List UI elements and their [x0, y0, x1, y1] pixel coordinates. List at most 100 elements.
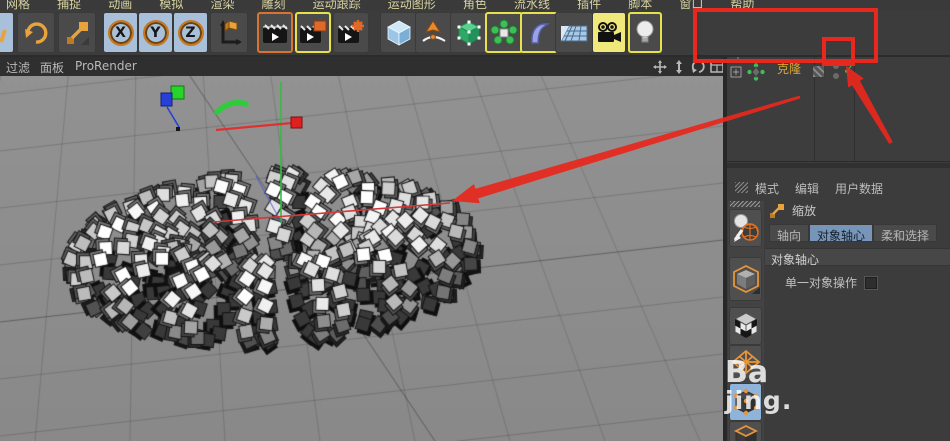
- right-panel: 文件 编辑 查看 对象 标签 书签 圆环 ✓: [723, 10, 950, 441]
- viewport-menu-prorender[interactable]: ProRender: [75, 59, 137, 73]
- am-menu-edit[interactable]: 编辑: [795, 180, 819, 197]
- expand-toggle-icon[interactable]: [730, 66, 742, 78]
- cloner-icon: [490, 19, 518, 44]
- 3d-viewport[interactable]: [0, 76, 723, 441]
- menu-item[interactable]: 雕刻: [262, 0, 286, 10]
- render-settings-button[interactable]: [333, 12, 369, 53]
- menu-item[interactable]: 插件: [577, 0, 601, 10]
- x-axis-lock-icon: X: [107, 19, 134, 46]
- single-object-checkbox[interactable]: [865, 276, 878, 289]
- editor-visibility-dot[interactable]: [833, 63, 839, 69]
- edge-mode-icon: [733, 424, 758, 441]
- z-axis-lock-button[interactable]: Z: [173, 12, 208, 53]
- menu-item[interactable]: 模拟: [159, 0, 183, 10]
- render-settings-icon: [338, 19, 364, 43]
- attribute-manager-menubar: 模式 编辑 用户数据: [727, 178, 950, 198]
- camera-button[interactable]: [592, 12, 626, 53]
- cinema4d-window: 网格 捕捉 动画 模拟 渲染 雕刻 运动跟踪 运动图形 角色 流水线 插件 脚本…: [0, 0, 950, 441]
- option-label: 单一对象操作: [785, 276, 858, 290]
- render-picture-viewer-icon: [300, 20, 327, 43]
- main-toolbar: X Y Z: [0, 10, 950, 57]
- am-menu-userdata[interactable]: 用户数据: [835, 180, 883, 197]
- render-visibility-dot[interactable]: [833, 73, 839, 79]
- z-axis-lock-icon: Z: [177, 19, 204, 46]
- menu-item[interactable]: 渲染: [210, 0, 234, 10]
- subdivision-surface-button[interactable]: [450, 12, 488, 53]
- move-tool-button[interactable]: [0, 12, 14, 53]
- zoom-view-icon[interactable]: [671, 59, 686, 74]
- scale-tool-button[interactable]: [58, 12, 96, 53]
- light-button[interactable]: [628, 12, 662, 53]
- deformer-button[interactable]: [520, 12, 558, 53]
- workplane-mode-icon: [731, 349, 760, 375]
- tab-object-axis[interactable]: 对象轴心: [809, 224, 874, 243]
- make-editable-button[interactable]: [729, 209, 762, 247]
- cloner-button[interactable]: [485, 12, 523, 53]
- rotate-view-icon[interactable]: [690, 59, 705, 74]
- main-menubar: 网格 捕捉 动画 模拟 渲染 雕刻 运动跟踪 运动图形 角色 流水线 插件 脚本…: [0, 0, 950, 10]
- workplane-mode-button[interactable]: [729, 345, 762, 379]
- object-row-cloner[interactable]: 克隆 ✓: [727, 60, 950, 84]
- menu-item[interactable]: 捕捉: [57, 0, 81, 10]
- coordinate-system-button[interactable]: [210, 12, 248, 53]
- model-mode-button[interactable]: [729, 257, 762, 301]
- scale-tool-icon: [67, 21, 89, 45]
- menu-item[interactable]: 运动跟踪: [313, 0, 361, 10]
- attribute-manager: 模式 编辑 用户数据 缩放 轴向 对象轴心 柔和选择 对象轴心 单一对象操作: [727, 168, 950, 441]
- render-picture-viewer-button[interactable]: [295, 12, 331, 53]
- subdivision-surface-icon: [457, 20, 481, 45]
- section-header[interactable]: 对象轴心: [765, 248, 950, 267]
- point-mode-button[interactable]: [729, 383, 762, 421]
- move-tool-icon: [0, 28, 7, 43]
- floor-icon: [560, 25, 588, 41]
- menu-item[interactable]: 网格: [6, 0, 30, 10]
- light-icon: [636, 20, 654, 42]
- scale-tool-small-icon: [770, 203, 784, 218]
- tab-axis[interactable]: 轴向: [769, 224, 810, 243]
- spline-pen-button[interactable]: [415, 12, 453, 53]
- attribute-content: 缩放 轴向 对象轴心 柔和选择 对象轴心 单一对象操作: [765, 198, 950, 441]
- menu-item[interactable]: 流水线: [514, 0, 550, 10]
- point-mode-icon: [733, 388, 758, 416]
- menu-item[interactable]: 运动图形: [388, 0, 436, 10]
- render-view-icon: [263, 23, 288, 43]
- am-menu-mode[interactable]: 模式: [755, 180, 779, 197]
- tab-soft-selection[interactable]: 柔和选择: [873, 224, 938, 243]
- menu-item[interactable]: 脚本: [628, 0, 652, 10]
- palette-grip-icon[interactable]: [730, 201, 760, 207]
- menu-item[interactable]: 帮助: [730, 0, 754, 10]
- spline-pen-icon: [422, 19, 446, 42]
- attribute-tabs: 轴向 对象轴心 柔和选择: [769, 224, 938, 243]
- add-primitive-cube-button[interactable]: [380, 12, 418, 53]
- pan-view-icon[interactable]: [652, 59, 667, 74]
- menu-item[interactable]: 窗口: [679, 0, 703, 10]
- coordinate-system-icon: [220, 19, 242, 45]
- enable-checkmark[interactable]: ✓: [843, 63, 854, 78]
- active-tool-label: 缩放: [792, 204, 817, 218]
- floor-button[interactable]: [555, 12, 593, 53]
- edge-mode-button[interactable]: [729, 421, 762, 441]
- solo-swatch[interactable]: [812, 65, 825, 78]
- texture-mode-button[interactable]: [729, 307, 762, 345]
- viewport-scene-torus: [0, 76, 723, 441]
- viewport-menu-filter[interactable]: 过滤: [6, 59, 30, 76]
- rotate-tool-icon: [25, 21, 48, 44]
- viewport-menubar: 过滤 面板 ProRender: [0, 57, 724, 76]
- maximize-view-icon[interactable]: [709, 59, 724, 74]
- y-axis-lock-button[interactable]: Y: [138, 12, 173, 53]
- camera-icon: [598, 21, 621, 42]
- x-axis-lock-button[interactable]: X: [103, 12, 138, 53]
- menu-item[interactable]: 角色: [463, 0, 487, 10]
- viewport-menu-panel[interactable]: 面板: [40, 59, 64, 76]
- make-editable-icon: [733, 214, 759, 242]
- y-axis-lock-icon: Y: [142, 19, 169, 46]
- menu-item[interactable]: 动画: [108, 0, 132, 10]
- mode-icon-strip: [728, 201, 764, 441]
- object-name-selected[interactable]: 克隆: [777, 60, 801, 77]
- palette-grip-icon[interactable]: [735, 182, 748, 193]
- deformer-icon: [531, 22, 551, 44]
- rotate-tool-button[interactable]: [17, 12, 55, 53]
- cloner-object-icon: [747, 63, 765, 81]
- render-view-button[interactable]: [257, 12, 293, 53]
- primitive-cube-icon: [387, 20, 411, 46]
